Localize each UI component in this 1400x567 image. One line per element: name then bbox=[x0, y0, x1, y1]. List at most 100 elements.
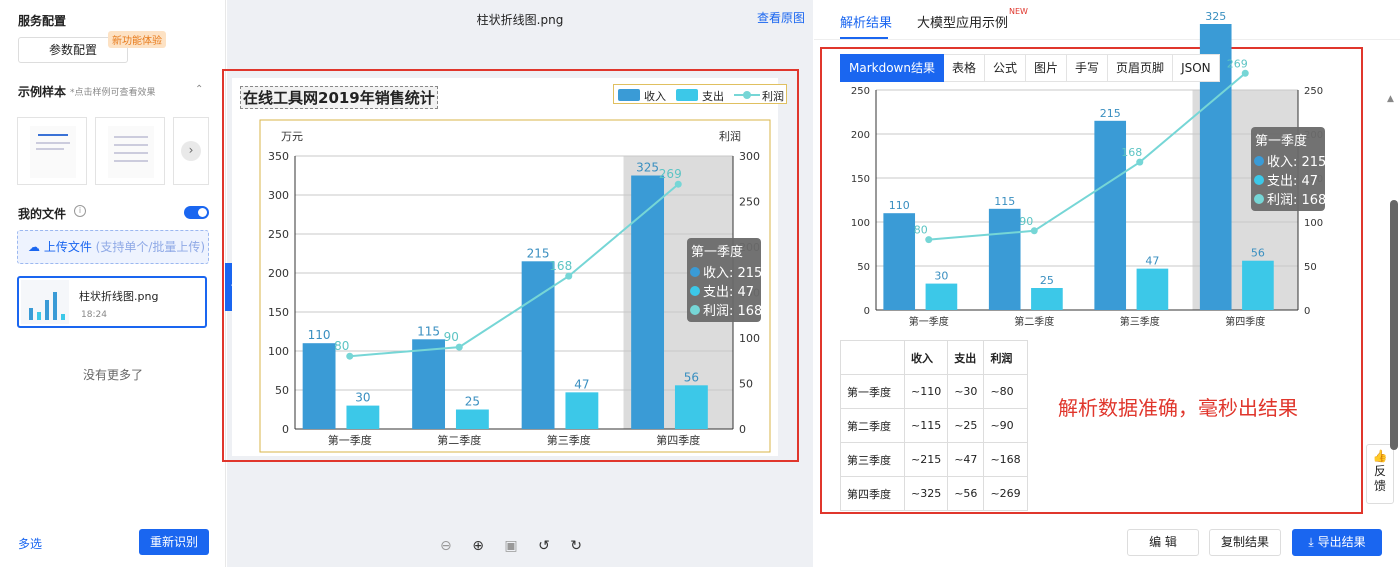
sample-thumb-2[interactable] bbox=[95, 117, 165, 185]
upload-area[interactable]: ☁ 上传文件 (支持单个/批量上传) bbox=[17, 230, 209, 264]
scroll-up-icon[interactable]: ▲ bbox=[1387, 94, 1394, 104]
table-cell: 第四季度 bbox=[840, 476, 905, 511]
result-table: 收入 支出 利润 第一季度 ~110 ~30 ~80 第二季度 ~115 ~25… bbox=[840, 340, 1028, 511]
x-tick-label: 第三季度 bbox=[1120, 315, 1160, 328]
expense-bar bbox=[1031, 288, 1063, 310]
export-label: 导出结果 bbox=[1317, 535, 1366, 549]
profit-value-label: 168 bbox=[1121, 146, 1142, 159]
result-panel: 解析结果 大模型应用示例 NEW 05010015020025005010015… bbox=[814, 0, 1400, 567]
file-card[interactable]: 柱状折线图.png 18:24 bbox=[17, 276, 207, 328]
table-row: 第二季度 ~115 ~25 ~90 bbox=[840, 408, 1028, 443]
profit-point bbox=[925, 236, 933, 244]
table-cell: ~90 bbox=[983, 408, 1028, 443]
bar-value-label: 325 bbox=[1205, 10, 1226, 23]
table-cell: 第三季度 bbox=[840, 442, 905, 477]
tooltip-dot bbox=[1254, 175, 1264, 185]
subtab-header-footer[interactable]: 页眉页脚 bbox=[1108, 54, 1174, 82]
zoom-in-icon[interactable]: ⊕ bbox=[472, 538, 484, 554]
new-feature-badge: 新功能体验 bbox=[108, 31, 166, 48]
bar-value-label: 56 bbox=[1251, 247, 1265, 260]
collapse-up-icon[interactable]: ⌃ bbox=[195, 84, 203, 95]
bar-value-label: 25 bbox=[1040, 274, 1054, 287]
service-config-title: 服务配置 bbox=[18, 14, 67, 28]
re-recognize-button[interactable]: 重新识别 bbox=[139, 529, 209, 555]
subtab-handwriting[interactable]: 手写 bbox=[1067, 54, 1109, 82]
profit-point bbox=[1241, 69, 1249, 77]
rotate-right-icon[interactable]: ↻ bbox=[570, 538, 582, 554]
tooltip-line: 收入: 215 bbox=[1267, 155, 1326, 170]
table-header-row: 收入 支出 利润 bbox=[840, 340, 1028, 375]
tooltip-title: 第一季度 bbox=[1255, 133, 1307, 149]
chart-thumbnail-icon bbox=[29, 292, 65, 320]
subtab-json[interactable]: JSON bbox=[1173, 54, 1220, 82]
sidebar: 服务配置 参数配置 新功能体验 示例样本 *点击样例可查看效果 ⌃ › 我的文件… bbox=[0, 0, 226, 567]
table-cell: 第二季度 bbox=[840, 408, 905, 443]
no-more-text: 没有更多了 bbox=[82, 368, 143, 382]
table-cell: 第一季度 bbox=[840, 374, 905, 409]
samples-hint: *点击样例可查看效果 bbox=[70, 88, 156, 98]
sample-thumb-1[interactable] bbox=[17, 117, 87, 185]
profit-value-label: 90 bbox=[1019, 215, 1033, 228]
chevron-right-icon[interactable]: › bbox=[181, 141, 201, 161]
profit-point bbox=[1030, 227, 1038, 235]
upload-hint: (支持单个/批量上传) bbox=[95, 240, 206, 254]
samples-title: 示例样本 bbox=[18, 85, 67, 99]
table-header-cell bbox=[840, 340, 905, 375]
export-result-button[interactable]: ⤓ 导出结果 bbox=[1292, 529, 1382, 556]
table-header-cell: 支出 bbox=[947, 340, 985, 375]
income-bar bbox=[988, 208, 1021, 310]
info-icon[interactable]: i bbox=[74, 205, 86, 217]
file-thumbnail bbox=[21, 280, 69, 324]
tooltip-line: 利润: 168 bbox=[1267, 193, 1326, 208]
y-tick-label: 100 bbox=[851, 218, 870, 229]
subtab-formula[interactable]: 公式 bbox=[985, 54, 1027, 82]
subtab-markdown[interactable]: Markdown结果 bbox=[840, 54, 944, 82]
edit-button[interactable]: 编 辑 bbox=[1127, 529, 1199, 556]
profit-value-label: 80 bbox=[914, 224, 928, 237]
scrollbar[interactable] bbox=[1390, 200, 1398, 450]
subtab-table[interactable]: 表格 bbox=[943, 54, 985, 82]
y-tick-label: 200 bbox=[851, 130, 870, 141]
y-tick-label: 50 bbox=[857, 262, 870, 273]
bar-value-label: 115 bbox=[994, 195, 1015, 208]
upload-label: 上传文件 bbox=[43, 240, 92, 254]
thumbs-up-icon: 👍 bbox=[1372, 449, 1388, 463]
bar-value-label: 30 bbox=[934, 270, 948, 283]
zoom-out-icon[interactable]: ⊖ bbox=[440, 538, 452, 554]
table-row: 第四季度 ~325 ~56 ~269 bbox=[840, 476, 1028, 511]
table-cell: ~80 bbox=[983, 374, 1028, 409]
y2-tick-label: 250 bbox=[1304, 86, 1323, 97]
y2-tick-label: 0 bbox=[1304, 306, 1310, 317]
table-header-cell: 利润 bbox=[983, 340, 1028, 375]
multi-select-link[interactable]: 多选 bbox=[18, 535, 42, 552]
table-cell: ~168 bbox=[983, 442, 1028, 477]
my-files-title: 我的文件 bbox=[18, 207, 67, 221]
y-tick-label: 150 bbox=[851, 174, 870, 185]
x-tick-label: 第二季度 bbox=[1014, 315, 1054, 328]
feedback-button[interactable]: 👍 反馈 bbox=[1366, 444, 1394, 504]
document-icon bbox=[108, 126, 154, 178]
y-tick-label: 0 bbox=[864, 306, 870, 317]
upload-cloud-icon: ☁ bbox=[28, 240, 40, 254]
y2-tick-label: 100 bbox=[1304, 218, 1323, 229]
document-icon bbox=[30, 126, 76, 178]
table-cell: ~47 bbox=[947, 442, 985, 477]
table-cell: ~56 bbox=[947, 476, 985, 511]
accuracy-note: 解析数据准确，毫秒出结果 bbox=[1058, 396, 1298, 420]
x-tick-label: 第四季度 bbox=[1225, 315, 1265, 328]
copy-result-button[interactable]: 复制结果 bbox=[1209, 529, 1281, 556]
subtab-image[interactable]: 图片 bbox=[1026, 54, 1068, 82]
my-files-toggle[interactable] bbox=[184, 206, 209, 219]
table-cell: ~215 bbox=[903, 442, 949, 477]
bar-value-label: 47 bbox=[1145, 255, 1159, 268]
file-name: 柱状折线图.png bbox=[79, 290, 159, 303]
table-cell: ~110 bbox=[903, 374, 949, 409]
income-bar bbox=[883, 213, 916, 310]
rotate-left-icon[interactable]: ↺ bbox=[538, 538, 550, 554]
result-subtabs: Markdown结果 表格 公式 图片 手写 页眉页脚 JSON bbox=[840, 54, 1220, 82]
expense-bar bbox=[1136, 268, 1169, 310]
file-time: 18:24 bbox=[81, 310, 107, 320]
table-row: 第三季度 ~215 ~47 ~168 bbox=[840, 442, 1028, 477]
fit-icon[interactable]: ▣ bbox=[504, 538, 517, 554]
profit-value-label: 269 bbox=[1227, 57, 1248, 70]
